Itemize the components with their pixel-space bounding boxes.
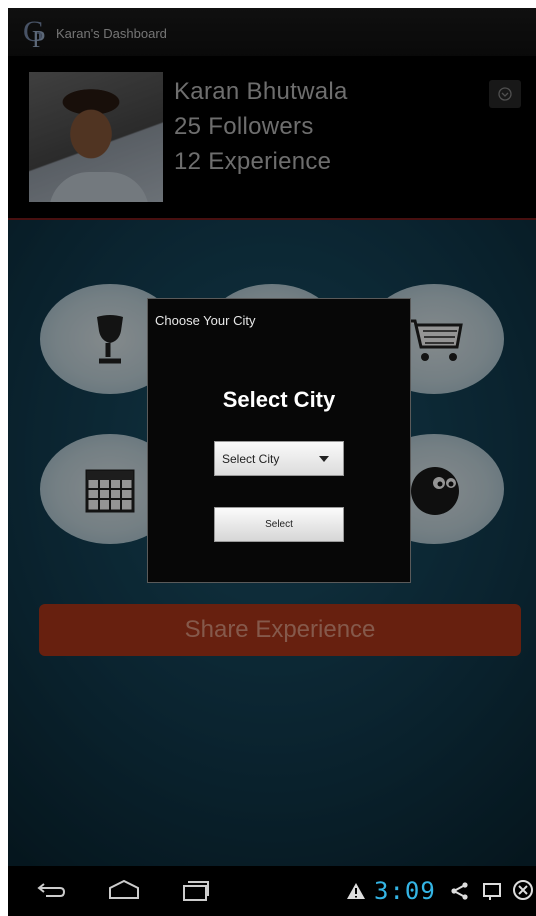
- back-icon[interactable]: [34, 878, 68, 904]
- warning-icon[interactable]: [346, 882, 366, 900]
- home-icon[interactable]: [106, 878, 142, 904]
- city-dropdown[interactable]: Select City: [214, 441, 344, 476]
- clock: 3:09: [374, 877, 436, 905]
- system-nav-bar: 3:09: [8, 866, 536, 916]
- screen-icon[interactable]: [482, 880, 504, 902]
- dialog-title: Choose Your City: [155, 313, 256, 328]
- share-icon[interactable]: [450, 881, 470, 901]
- close-icon[interactable]: [512, 879, 534, 901]
- recent-apps-icon[interactable]: [178, 878, 212, 904]
- dialog-heading: Select City: [222, 387, 336, 412]
- select-button[interactable]: Select: [214, 507, 344, 542]
- city-dialog: Choose Your City Select City Select City…: [147, 298, 411, 583]
- device-screen: G P Karan's Dashboard Karan Bhutwala 25 …: [8, 8, 536, 916]
- dropdown-arrow-icon: [319, 456, 329, 462]
- city-dropdown-value: Select City: [222, 451, 280, 466]
